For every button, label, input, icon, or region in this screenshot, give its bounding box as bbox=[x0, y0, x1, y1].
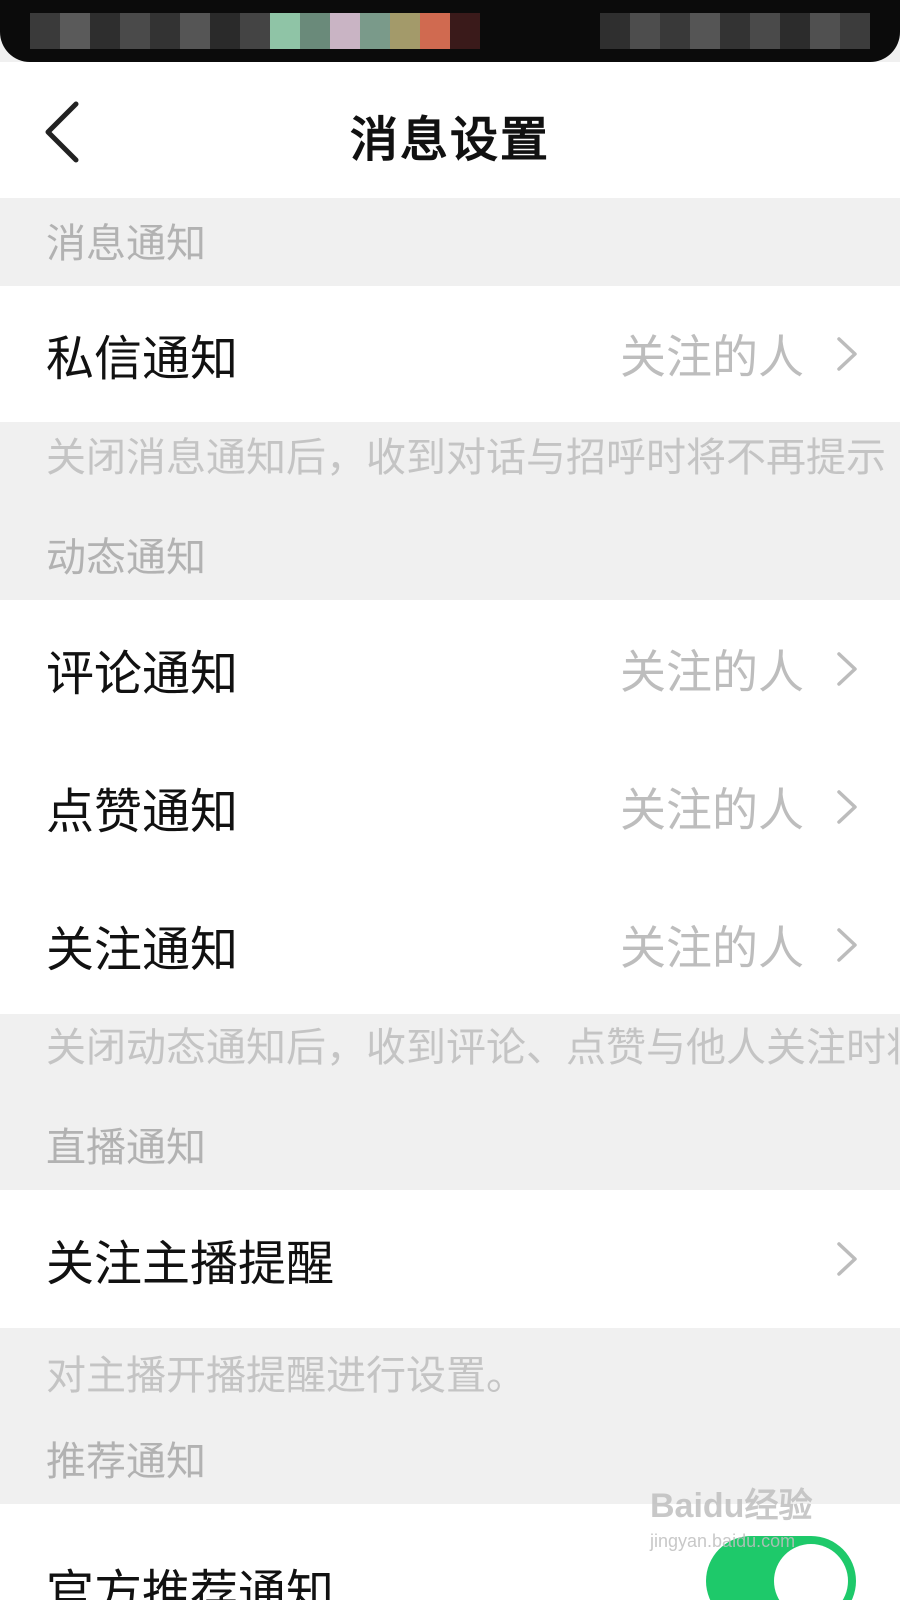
status-pixel bbox=[330, 13, 360, 49]
status-pixel bbox=[90, 13, 120, 49]
status-pixel bbox=[810, 13, 840, 49]
status-pixel bbox=[390, 13, 420, 49]
status-pixel bbox=[750, 13, 780, 49]
chevron-right-icon bbox=[837, 928, 857, 962]
row-label: 点赞通知 bbox=[46, 784, 239, 840]
chevron-right-icon bbox=[837, 790, 857, 824]
status-pixel bbox=[720, 13, 750, 49]
status-pixel bbox=[30, 13, 60, 49]
status-pixel bbox=[300, 13, 330, 49]
chevron-right-icon bbox=[837, 1242, 857, 1276]
status-pixel bbox=[600, 13, 630, 49]
section-header-message: 消息通知 bbox=[0, 198, 900, 286]
status-pixel bbox=[60, 13, 90, 49]
row-value: 关注的人 bbox=[620, 921, 804, 975]
status-pixel bbox=[630, 13, 660, 49]
row-value: 关注的人 bbox=[620, 783, 804, 837]
row-like-notification[interactable]: 点赞通知 关注的人 bbox=[0, 738, 900, 876]
status-pixel bbox=[660, 13, 690, 49]
row-label: 私信通知 bbox=[46, 331, 239, 387]
status-pixel bbox=[180, 13, 210, 49]
status-pixel bbox=[210, 13, 240, 49]
row-label: 关注通知 bbox=[46, 922, 239, 978]
status-pixel bbox=[120, 13, 150, 49]
row-value: 关注的人 bbox=[620, 645, 804, 699]
status-pixel bbox=[690, 13, 720, 49]
status-pixel bbox=[150, 13, 180, 49]
row-value: 关注的人 bbox=[620, 330, 804, 384]
status-pixel bbox=[450, 13, 480, 49]
row-comment-notification[interactable]: 评论通知 关注的人 bbox=[0, 600, 900, 738]
status-pixel bbox=[420, 13, 450, 49]
status-pixel bbox=[840, 13, 870, 49]
page-title: 消息设置 bbox=[349, 112, 550, 168]
row-private-message-notification[interactable]: 私信通知 关注的人 bbox=[0, 286, 900, 422]
status-pixel bbox=[240, 13, 270, 49]
chevron-right-icon bbox=[837, 652, 857, 686]
row-group-activity: 评论通知 关注的人 点赞通知 关注的人 关注通知 关注的人 bbox=[0, 600, 900, 1014]
status-bar bbox=[0, 0, 900, 62]
watermark: Baidu经验 jingyan.baidu.com bbox=[650, 1478, 840, 1588]
section-note-live: 对主播开播提醒进行设置。 bbox=[46, 1353, 526, 1399]
watermark-logo: Baidu经验 bbox=[650, 1487, 813, 1525]
nav-header: 消息设置 bbox=[0, 62, 900, 198]
watermark-url: jingyan.baidu.com bbox=[650, 1531, 796, 1551]
section-header-activity: 动态通知 bbox=[0, 516, 900, 600]
row-streamer-reminder[interactable]: 关注主播提醒 bbox=[0, 1190, 900, 1328]
status-pixel bbox=[360, 13, 390, 49]
row-follow-notification[interactable]: 关注通知 关注的人 bbox=[0, 876, 900, 1014]
chevron-right-icon bbox=[837, 337, 857, 371]
section-note-activity: 关闭动态通知后，收到评论、点赞与他人关注时将不再提示 bbox=[46, 1025, 900, 1071]
status-pixel bbox=[270, 13, 300, 49]
row-label: 关注主播提醒 bbox=[46, 1236, 335, 1292]
row-label: 评论通知 bbox=[46, 646, 239, 702]
section-note-message: 关闭消息通知后，收到对话与招呼时将不再提示 bbox=[46, 435, 886, 481]
row-label: 官方推荐通知 bbox=[46, 1565, 335, 1600]
section-header-live: 直播通知 bbox=[0, 1106, 900, 1190]
status-pixel bbox=[780, 13, 810, 49]
